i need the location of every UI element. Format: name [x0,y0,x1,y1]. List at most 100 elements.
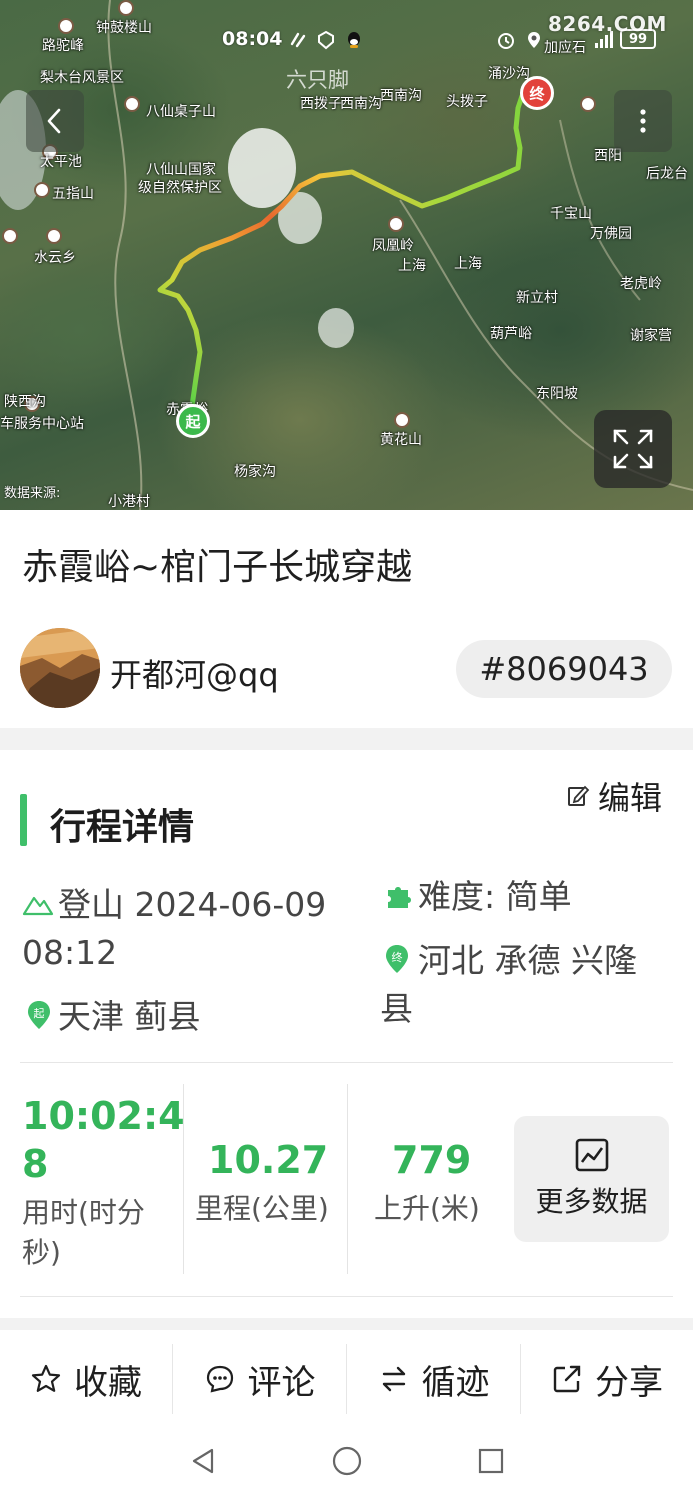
nav-home-button[interactable] [330,1444,364,1478]
end-marker: 终 [520,76,554,110]
map-label: 东阳坡 [536,386,578,402]
ascent-value: 779 [392,1138,472,1182]
section-accent-bar [20,794,27,846]
nav-back-button[interactable] [186,1444,220,1478]
site-watermark: 8264.COM [548,12,667,36]
start-badge: 起 [34,1007,45,1020]
status-bar: 08:04 99 8264.COM [0,0,693,76]
location-icon [524,30,544,50]
triangle-back-icon [192,1448,214,1474]
share-label: 分享 [595,1362,663,1403]
end-place: 河北 承德 兴隆 [418,941,637,980]
section-divider [0,1318,693,1330]
poi-icon [2,228,18,244]
qq-icon [344,30,364,50]
map-label: 级自然保护区 [138,180,222,196]
end-pin-icon: 终 [384,944,410,978]
system-nav-bar [0,1420,693,1500]
map-label: 老虎岭 [620,276,662,292]
difficulty: 难度: 简单 [418,877,572,916]
back-button[interactable] [26,90,84,152]
author-name[interactable]: 开都河@qq [110,650,279,696]
start-pin-icon: 起 [26,1000,52,1034]
cloud [318,308,354,348]
map-label: 西南沟 [380,88,422,104]
circle-home-icon [332,1446,362,1476]
comment-button[interactable]: 评论 [173,1340,346,1418]
map-label: 水云乡 [34,250,76,266]
poi-icon [388,216,404,232]
favorite-button[interactable]: 收藏 [0,1340,172,1418]
duration-label-cont: 秒) [22,1236,61,1269]
star-icon [31,1364,61,1392]
map-label: 车服务中心站 [0,416,84,432]
map-label: 太平池 [40,154,82,170]
link-icon [288,30,308,50]
track-detail-page: 钟鼓楼山 路驼峰 梨木台风景区 八仙桌子山 太平池 五指山 八仙山国家 级自然保… [0,0,693,1500]
map-label: 凤凰岭 [372,238,414,254]
vpn-icon [316,30,336,50]
edit-label: 编辑 [598,779,663,817]
comment-label: 评论 [247,1362,316,1403]
divider [20,1296,673,1297]
section-title: 行程详情 [50,807,195,848]
duration-value: 10:02:4 [22,1094,185,1138]
ascent-label: 上升(米) [374,1192,480,1225]
map-label: 西南沟 [340,96,382,112]
stat-divider [347,1084,348,1274]
duration-label: 用时(时分 [22,1196,145,1229]
share-button[interactable]: 分享 [521,1340,693,1418]
poi-icon [34,182,50,198]
map-label: 黄花山 [380,432,422,448]
map-label: 陕西沟 [4,394,46,410]
map-label: 西拨子 [300,96,342,112]
puzzle-icon [384,882,414,916]
chevron-left-icon [47,108,61,134]
action-toolbar: 收藏 评论 循迹 分享 [0,1340,693,1418]
comment-icon [206,1365,233,1393]
distance-value: 10.27 [208,1138,329,1182]
map-label: 头拨子 [446,94,488,110]
more-options-button[interactable] [614,90,672,152]
more-data-button[interactable]: 更多数据 [514,1116,669,1242]
map-label: 八仙山国家 [146,162,216,178]
track-map[interactable]: 钟鼓楼山 路驼峰 梨木台风景区 八仙桌子山 太平池 五指山 八仙山国家 级自然保… [0,0,693,510]
follow-track-button[interactable]: 循迹 [347,1340,520,1418]
avatar[interactable] [20,628,100,708]
share-icon [553,1365,581,1393]
mountain-icon [22,892,54,920]
divider [20,1062,673,1063]
swap-arrows-icon [382,1366,405,1392]
cloud [228,128,296,208]
track-id-badge[interactable]: #8069043 [456,640,672,698]
map-label: 八仙桌子山 [146,104,216,120]
poi-icon [580,96,596,112]
start-marker: 起 [176,404,210,438]
activity-date: 登山 2024-06-09 [58,885,327,924]
poi-icon [394,412,410,428]
map-label: 上海 [398,258,426,274]
start-place: 天津 蓟县 [58,997,201,1036]
edit-button[interactable]: 编辑 [566,774,662,818]
poi-icon [46,228,62,244]
activity-time: 08:12 [22,933,118,972]
map-label: 万佛园 [590,226,632,242]
end-badge: 终 [392,950,403,964]
favorite-label: 收藏 [74,1362,142,1403]
distance-label: 里程(公里) [195,1192,329,1225]
map-label: 谢家营 [630,328,672,344]
edit-icon [568,785,590,806]
expand-icon [613,429,653,469]
map-label: 新立村 [516,290,558,306]
fullscreen-button[interactable] [594,410,672,488]
avatar-image [20,628,100,708]
alarm-icon [496,30,516,50]
end-place-cont: 县 [380,989,413,1028]
duration-value-cont: 8 [22,1142,49,1186]
map-label: 后龙台 [646,166,688,182]
map-label: 上海 [454,256,482,272]
trip-title: 赤霞峪~棺门子长城穿越 [22,547,413,588]
section-divider [0,728,693,750]
poi-icon [124,96,140,112]
nav-recents-button[interactable] [474,1444,508,1478]
